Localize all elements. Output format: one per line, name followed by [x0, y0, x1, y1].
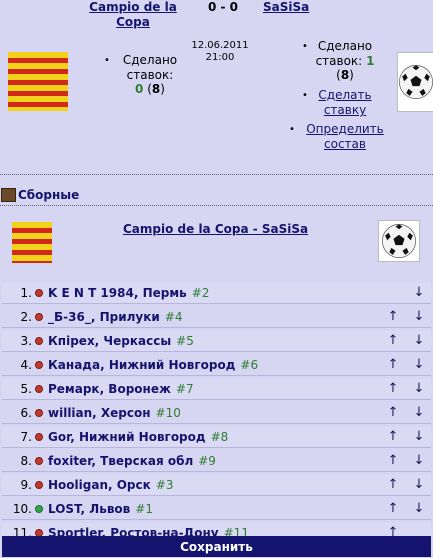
player-name-link[interactable]: Hooligan, Орск: [48, 478, 151, 492]
lineup-position: 4.: [20, 358, 32, 372]
arrow-up-icon[interactable]: ↑: [386, 381, 400, 396]
lineup-position: 5.: [20, 382, 32, 396]
player-rank: #1: [135, 502, 153, 516]
away-bets-value: 1: [366, 54, 375, 68]
section-title: Сборные: [18, 188, 80, 202]
lineup-position: 8.: [20, 454, 32, 468]
lineup-position: 9.: [20, 478, 32, 492]
arrow-up-icon[interactable]: ↑: [386, 429, 400, 444]
status-dot-icon: [35, 481, 43, 489]
lineup-position: 7.: [20, 430, 32, 444]
status-dot-icon: [35, 385, 43, 393]
player-rank: #10: [155, 406, 181, 420]
arrow-up-icon[interactable]: ↑: [386, 477, 400, 492]
lineup-row: 9. Hooligan, Орск #3 ↑ ↓: [2, 475, 431, 496]
home-bets-value: 0: [135, 82, 144, 96]
set-lineup-link[interactable]: Определить состав: [300, 122, 390, 152]
player-rank: #6: [240, 358, 259, 372]
player-rank: #3: [155, 478, 174, 492]
match-score: 0 - 0: [207, 0, 239, 14]
status-dot-icon: [35, 313, 43, 321]
make-bet-link[interactable]: Сделать ставку: [313, 88, 377, 118]
arrow-down-icon[interactable]: ↓: [412, 477, 426, 492]
player-name-link[interactable]: LOST, Львов: [48, 502, 130, 516]
match-time: 21:00: [205, 52, 235, 63]
arrow-down-icon[interactable]: ↓: [412, 357, 426, 372]
arrow-up-icon[interactable]: ↑: [386, 309, 400, 324]
lineup-position: 3.: [20, 334, 32, 348]
home-bets-bullet-icon: •: [104, 55, 110, 66]
save-button[interactable]: Сохранить: [2, 536, 431, 557]
lineup-row: 3. Кпірех, Черкассы #5 ↑ ↓: [2, 331, 431, 352]
away-bets-label-text: Сделано ставок:: [315, 39, 373, 68]
lineup-row: 2. _Б-36_, Прилуки #4 ↑ ↓: [2, 307, 431, 328]
away-bets-label: Сделано ставок: 1: [313, 39, 377, 69]
player-name-link[interactable]: K E N T 1984, Пермь: [48, 286, 187, 300]
home-team-flag-small: [12, 222, 52, 263]
lineup-position: 1.: [20, 286, 32, 300]
status-dot-icon: [35, 433, 43, 441]
lineup-position: 10.: [12, 502, 32, 516]
lineup-row: 7. Gor, Нижний Новгород #8 ↑ ↓: [2, 427, 431, 448]
lineup-row: 4. Канада, Нижний Новгород #6 ↑ ↓: [2, 355, 431, 376]
arrow-down-icon[interactable]: ↓: [412, 381, 426, 396]
player-name-link[interactable]: _Б-36_, Прилуки: [48, 310, 160, 324]
arrow-up-icon[interactable]: ↑: [386, 357, 400, 372]
soccer-ball-icon: [397, 52, 433, 112]
player-rank: #5: [176, 334, 194, 348]
lineup-row: 5. Ремарк, Воронеж #7 ↑ ↓: [2, 379, 431, 400]
arrow-down-icon[interactable]: ↓: [412, 429, 426, 444]
player-name-link[interactable]: Кпірех, Черкассы: [48, 334, 171, 348]
away-bets-total: 8: [340, 68, 350, 82]
arrow-up-icon[interactable]: ↑: [386, 453, 400, 468]
arrow-down-icon[interactable]: ↓: [412, 453, 426, 468]
player-name-link[interactable]: Канада, Нижний Новгород: [48, 358, 235, 372]
arrow-down-icon[interactable]: ↓: [412, 333, 426, 348]
player-rank: #4: [164, 310, 183, 324]
status-dot-icon: [35, 289, 43, 297]
status-dot-icon: [35, 337, 43, 345]
lineup-position: 6.: [20, 406, 32, 420]
set-lineup-bullet-icon: •: [289, 124, 295, 135]
away-bets-bullet-icon: •: [302, 41, 308, 52]
player-rank: #2: [191, 286, 210, 300]
home-team-link[interactable]: Campio de la Copa: [88, 0, 178, 30]
away-team-link[interactable]: SaSiSa: [263, 0, 309, 15]
arrow-down-icon[interactable]: ↓: [412, 309, 426, 324]
status-dot-icon: [35, 505, 43, 513]
status-dot-icon: [35, 361, 43, 369]
status-dot-icon: [35, 457, 43, 465]
status-dot-icon: [35, 409, 43, 417]
lineup-position: 2.: [20, 310, 32, 324]
home-team-flag: [8, 52, 68, 111]
arrow-down-icon[interactable]: ↓: [412, 501, 426, 516]
lineup-row: 1. K E N T 1984, Пермь #2 ↓: [2, 283, 431, 304]
player-name-link[interactable]: Ремарк, Воронеж: [48, 382, 171, 396]
player-rank: #8: [210, 430, 229, 444]
player-name-link[interactable]: Gor, Нижний Новгород: [48, 430, 206, 444]
arrow-up-icon[interactable]: ↑: [386, 333, 400, 348]
player-rank: #7: [175, 382, 194, 396]
match-title-link[interactable]: Campio de la Copa - SaSiSa: [123, 222, 308, 236]
soccer-ball-icon-small: [378, 220, 420, 262]
lineup-row: 6. willian, Херсон #10 ↑ ↓: [2, 403, 431, 424]
match-date: 12.06.2011: [191, 40, 249, 51]
arrow-up-icon[interactable]: ↑: [386, 501, 400, 516]
arrow-down-icon[interactable]: ↓: [412, 285, 426, 300]
header-divider: [0, 174, 433, 175]
lineup-row: 10. LOST, Львов #1 ↑ ↓: [2, 499, 431, 520]
home-bets-total: 8: [151, 82, 161, 96]
away-bets-count: (8): [336, 68, 354, 82]
arrow-up-icon[interactable]: ↑: [386, 405, 400, 420]
player-rank: #9: [198, 454, 216, 468]
lineup-row: 8. foxiter, Тверская обл #9 ↑ ↓: [2, 451, 431, 472]
home-bets-label: Сделано ставок:: [122, 53, 178, 82]
home-bets-count: 0 (8): [135, 82, 165, 96]
player-name-link[interactable]: willian, Херсон: [48, 406, 151, 420]
arrow-down-icon[interactable]: ↓: [412, 405, 426, 420]
make-bet-bullet-icon: •: [302, 90, 308, 101]
section-divider: [0, 205, 433, 206]
national-teams-icon: [1, 188, 16, 202]
player-name-link[interactable]: foxiter, Тверская обл: [48, 454, 193, 468]
